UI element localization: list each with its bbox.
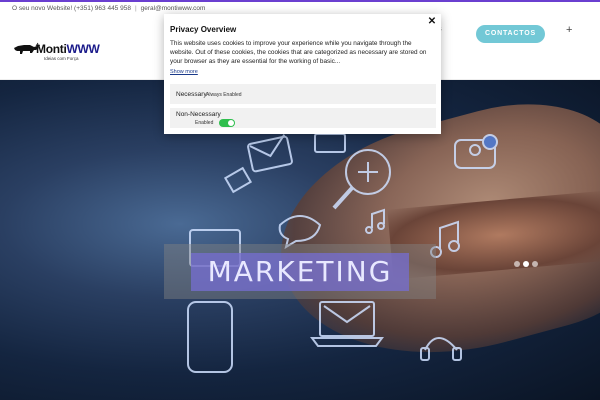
- modal-title: Privacy Overview: [170, 25, 237, 34]
- close-icon[interactable]: ✕: [426, 16, 438, 28]
- toggle-knob: [228, 120, 234, 126]
- plus-icon[interactable]: +: [566, 25, 572, 36]
- logo-wordmark: MontiWWW: [36, 42, 100, 56]
- slider-dot[interactable]: [514, 261, 520, 267]
- email-link[interactable]: geral@montiwww.com: [141, 5, 206, 12]
- show-more-link[interactable]: Show more: [170, 69, 198, 75]
- cookie-status-label: Always Enabled: [206, 92, 242, 98]
- cookie-row-necessary[interactable]: Necessary Always Enabled: [170, 84, 436, 104]
- slider-dot-active[interactable]: [523, 261, 529, 267]
- marketing-band: MARKETING: [191, 253, 409, 291]
- privacy-overview-modal: ✕ Privacy Overview This website uses coo…: [164, 14, 441, 134]
- marketing-heading: MARKETING: [207, 255, 393, 288]
- modal-body-text: This website uses cookies to improve you…: [170, 40, 427, 65]
- logo-tagline: Ideias com Força: [44, 56, 79, 61]
- top-info-text: O seu novo Website! (+351) 963 445 958 | g…: [12, 5, 206, 12]
- cookie-status-label: Enabled: [195, 120, 214, 126]
- site-logo[interactable]: MontiWWW Ideias com Força: [12, 40, 100, 62]
- slider-dots: [514, 254, 541, 267]
- slider-dot[interactable]: [532, 261, 538, 267]
- cookie-category-label: Necessary: [176, 91, 207, 98]
- cookie-row-non-necessary[interactable]: Non-Necessary Enabled: [170, 108, 436, 128]
- marketing-banner: MARKETING: [164, 244, 436, 299]
- cookie-category-label: Non-Necessary: [176, 111, 221, 118]
- website-phone-text: O seu novo Website! (+351) 963 445 958: [12, 5, 131, 12]
- non-necessary-toggle[interactable]: [219, 119, 235, 127]
- contact-button[interactable]: CONTACTOS: [476, 25, 545, 43]
